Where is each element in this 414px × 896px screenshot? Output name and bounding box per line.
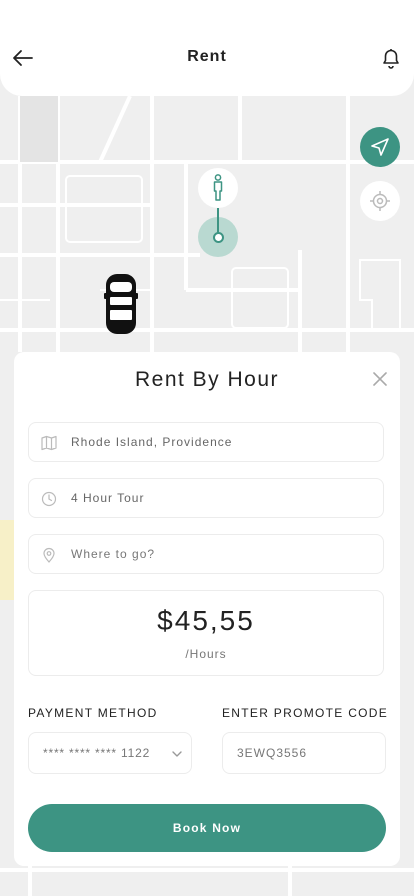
car-icon[interactable]	[104, 273, 138, 335]
price-display: $45,55 /Hours	[28, 590, 384, 676]
navigation-arrow-icon	[371, 138, 389, 156]
tour-duration-value: 4 Hour Tour	[71, 491, 145, 505]
payment-card-value: **** **** **** 1122	[43, 746, 151, 760]
clock-icon	[41, 491, 57, 507]
sheet-title: Rent By Hour	[134, 368, 280, 391]
crosshair-icon	[370, 191, 390, 211]
rent-by-hour-sheet: Rent By Hour Rhode Island, Providence 4 …	[14, 352, 400, 866]
price-value: $45,55	[157, 605, 255, 636]
price-unit: /Hours	[185, 647, 227, 661]
promo-code-label: ENTER PROMOTE CODE	[222, 706, 389, 720]
page-title: Rent	[187, 48, 227, 65]
promo-code-field[interactable]	[222, 732, 386, 774]
bell-icon[interactable]	[380, 46, 402, 70]
destination-input[interactable]	[71, 547, 371, 561]
user-location-marker[interactable]	[198, 168, 238, 208]
pin-icon	[43, 547, 55, 563]
person-icon	[213, 174, 223, 201]
map-icon	[41, 435, 57, 451]
top-app-bar: Rent	[0, 0, 414, 96]
close-icon[interactable]	[372, 371, 388, 387]
pickup-value: Rhode Island, Providence	[71, 435, 233, 449]
pickup-field[interactable]: Rhode Island, Providence	[28, 422, 384, 462]
book-now-button[interactable]: Book Now	[28, 804, 386, 852]
route-line	[217, 208, 219, 234]
navigate-button[interactable]	[360, 127, 400, 167]
tour-duration-field[interactable]: 4 Hour Tour	[28, 478, 384, 518]
destination-field[interactable]	[28, 534, 384, 574]
locate-button[interactable]	[360, 181, 400, 221]
promo-code-input[interactable]	[237, 746, 367, 760]
payment-method-select[interactable]: **** **** **** 1122	[28, 732, 192, 774]
chevron-down-icon	[172, 751, 182, 757]
payment-method-label: PAYMENT METHOD	[28, 706, 158, 720]
